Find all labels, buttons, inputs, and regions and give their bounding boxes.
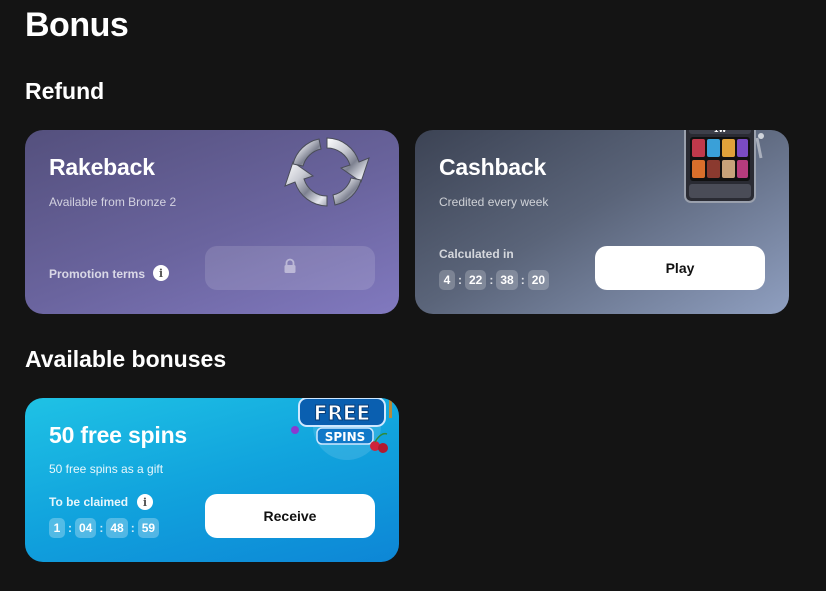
timer-segment: 59 [137, 518, 160, 538]
rakeback-locked-button [205, 246, 375, 290]
refresh-arrows-icon [275, 130, 379, 229]
timer-segment: 22 [465, 270, 487, 290]
cashback-card: Cashback Credited every week 1W Calculat… [415, 130, 789, 314]
refund-section-title: Refund [25, 78, 105, 104]
timer-separator: : [489, 273, 494, 287]
cashback-title: Cashback [439, 154, 547, 180]
page-title: Bonus [25, 6, 129, 44]
timer-separator: : [458, 273, 462, 287]
rakeback-title: Rakeback [49, 154, 155, 180]
spins-badge-text: SPINS [325, 430, 366, 444]
timer-separator: : [68, 521, 72, 535]
free-spins-timer-label: To be claimed [49, 495, 129, 509]
timer-segment: 20 [527, 270, 550, 290]
info-icon[interactable]: i [137, 494, 153, 510]
timer-segment: 38 [496, 270, 518, 290]
free-spins-countdown: 1 : 04 : 48 : 59 [49, 518, 160, 538]
cashback-subtitle: Credited every week [439, 195, 549, 209]
free-spins-title: 50 free spins [49, 422, 188, 448]
timer-separator: : [99, 521, 104, 535]
rakeback-subtitle: Available from Bronze 2 [49, 195, 177, 209]
free-spins-badge-icon: FREE SPINS [289, 398, 399, 467]
timer-segment: 1 [49, 518, 65, 538]
cashback-countdown: 4 : 22 : 38 : 20 [439, 270, 550, 290]
rakeback-card: Rakeback Available from Bronze 2 Promoti… [25, 130, 399, 314]
available-bonuses-title: Available bonuses [25, 346, 227, 372]
info-icon[interactable]: i [153, 265, 169, 281]
timer-separator: : [130, 521, 135, 535]
promotion-terms-label[interactable]: Promotion terms [49, 267, 145, 281]
free-spins-card: 50 free spins 50 free spins as a gift FR… [25, 398, 399, 562]
free-badge-text: FREE [314, 401, 370, 425]
timer-segment: 48 [106, 518, 128, 538]
slot-machine-icon: 1W [681, 130, 765, 211]
timer-segment: 04 [75, 518, 97, 538]
free-spins-subtitle: 50 free spins as a gift [49, 462, 164, 476]
cashback-timer-label: Calculated in [439, 247, 514, 261]
receive-button[interactable]: Receive [205, 494, 375, 538]
timer-separator: : [520, 273, 525, 287]
svg-text:1W: 1W [714, 130, 727, 134]
timer-segment: 4 [439, 270, 455, 290]
play-button[interactable]: Play [595, 246, 765, 290]
lock-icon [283, 258, 297, 279]
